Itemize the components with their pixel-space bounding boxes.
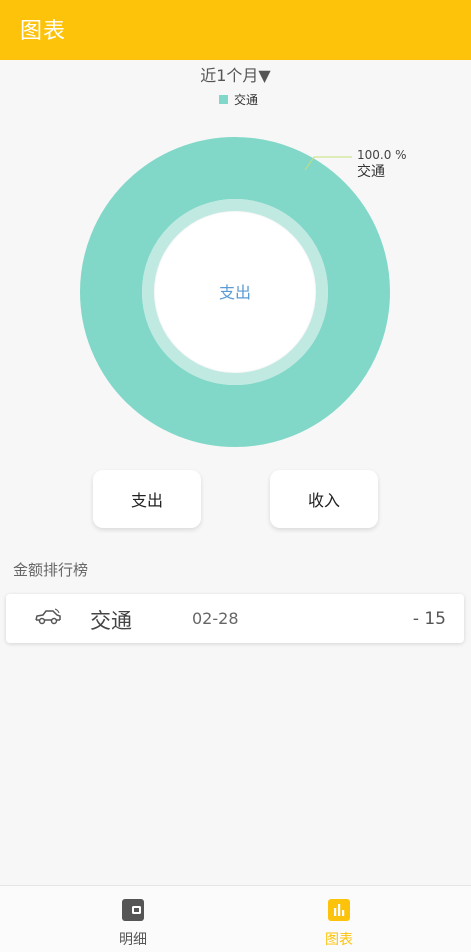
ranking-amount: - 15 [412, 609, 446, 629]
nav-item-detail[interactable]: 明细 [88, 886, 178, 952]
page-title: 图表 [20, 19, 67, 44]
car-icon [34, 608, 62, 630]
legend-label: 交通 [234, 92, 259, 107]
ranking-title: 金额排行榜 [13, 561, 89, 579]
expense-toggle-button[interactable]: 支出 [93, 470, 201, 528]
nav-item-chart[interactable]: 图表 [294, 886, 384, 952]
income-toggle-button[interactable]: 收入 [270, 470, 378, 528]
slice-percent-label: 100.0 % [357, 148, 407, 162]
bar-chart-icon [327, 898, 351, 926]
chart-center-label: 支出 [219, 283, 251, 302]
wallet-icon [121, 898, 145, 926]
app-bar: 图表 [0, 0, 471, 60]
period-selector[interactable]: 近1个月▼ [0, 62, 471, 86]
chart-legend: 交通 [219, 91, 258, 107]
donut-chart-svg: 100.0 % 交通 支出 [80, 137, 407, 447]
ranking-category: 交通 [90, 609, 132, 633]
legend-swatch [219, 94, 228, 104]
nav-label-chart: 图表 [325, 932, 353, 948]
slice-category-label: 交通 [357, 163, 385, 180]
bottom-nav: 明细 图表 [0, 885, 471, 952]
ranking-row[interactable]: 交通 02-28 - 15 [6, 594, 464, 643]
donut-chart: 100.0 % 交通 支出 [0, 110, 471, 470]
ranking-date: 02-28 [192, 609, 239, 628]
nav-label-detail: 明细 [119, 932, 147, 948]
